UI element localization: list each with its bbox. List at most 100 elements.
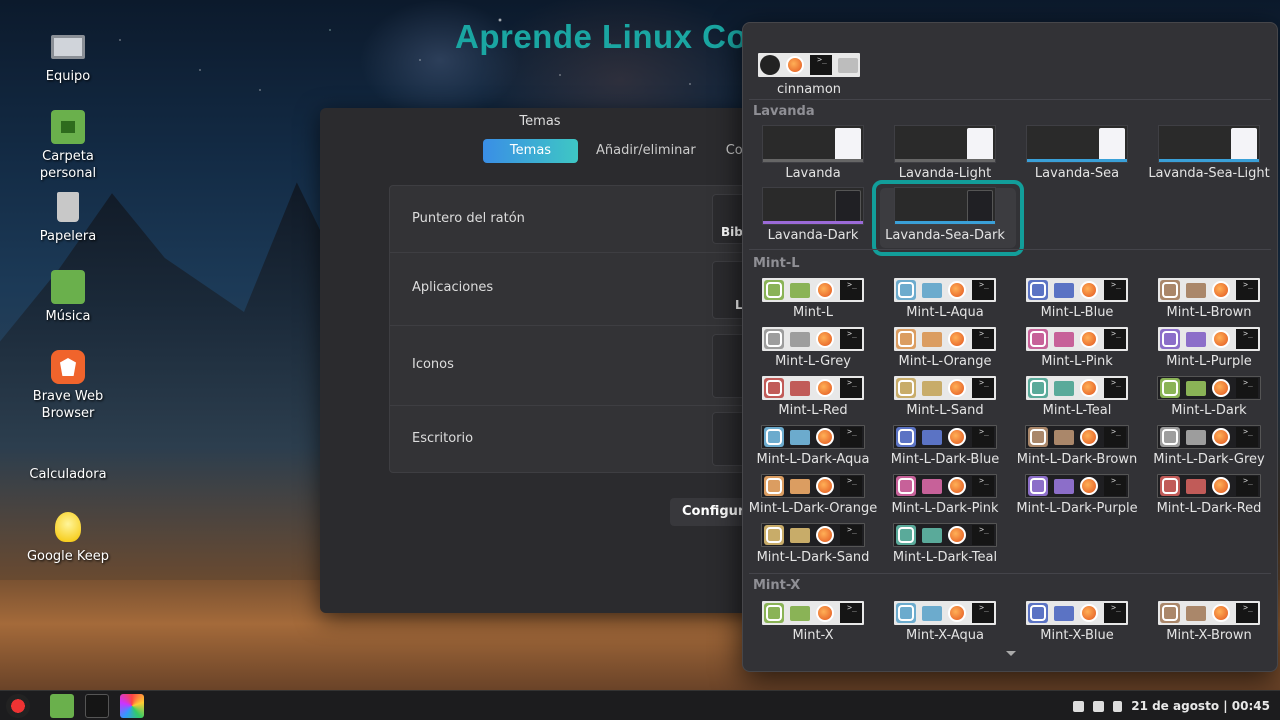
terminal-icon: >_	[1236, 280, 1258, 300]
terminal-icon: >_	[1236, 378, 1258, 398]
row-label: Puntero del ratón	[412, 211, 525, 226]
theme-preview	[894, 125, 996, 163]
theme-item-mint-l[interactable]: >_ Mint-L-Dark	[1143, 376, 1275, 418]
theme-item-cinnamon[interactable]: >_ cinnamon	[743, 53, 875, 97]
theme-item-lavanda[interactable]: Lavanda	[747, 125, 879, 181]
terminal-icon: >_	[972, 525, 994, 545]
firefox-icon	[1080, 330, 1098, 348]
theme-preview-strip: >_	[1026, 601, 1128, 625]
desktop-icon-home[interactable]: Carpeta personal	[20, 110, 116, 182]
theme-item-mint-l[interactable]: >_ Mint-L	[747, 278, 879, 320]
theme-item-mint-l[interactable]: >_ Mint-L-Dark-Aqua	[747, 425, 879, 467]
desktop-icon-keep[interactable]: Google Keep	[20, 510, 116, 565]
theme-item-mint-l[interactable]: >_ Mint-L-Dark-Purple	[1011, 474, 1143, 516]
theme-settings-panel: Puntero del ratón Biba Aplicaciones L Ic…	[389, 185, 772, 473]
theme-item-mint-x[interactable]: >_ Mint-X-Aqua	[879, 601, 1011, 643]
theme-preview-strip: >_	[894, 601, 996, 625]
theme-name: Mint-L-Brown	[1166, 305, 1252, 320]
theme-item-mint-l[interactable]: >_ Mint-L-Red	[747, 376, 879, 418]
terminal-launcher-icon[interactable]	[85, 694, 109, 718]
theme-name: Mint-L-Dark-Red	[1156, 501, 1262, 516]
preview-window	[1231, 128, 1257, 162]
firefox-icon	[1080, 477, 1098, 495]
theme-item-lavanda[interactable]: Lavanda-Sea-Light	[1143, 125, 1275, 181]
theme-item-mint-l[interactable]: >_ Mint-L-Blue	[1011, 278, 1143, 320]
preview-window	[1099, 128, 1125, 162]
theme-item-mint-l[interactable]: >_ Mint-L-Dark-Grey	[1143, 425, 1275, 467]
theme-preview	[1026, 125, 1128, 163]
theme-name: Mint-X	[792, 628, 834, 643]
theme-item-mint-l[interactable]: >_ Mint-L-Aqua	[879, 278, 1011, 320]
section-header-mint-x: Mint-X	[753, 578, 801, 593]
taskbar: 21 de agosto | 00:45	[0, 690, 1280, 720]
terminal-icon: >_	[1236, 329, 1258, 349]
clock[interactable]: 21 de agosto | 00:45	[1131, 699, 1270, 713]
theme-item-mint-l[interactable]: >_ Mint-L-Dark-Orange	[747, 474, 879, 516]
theme-preview-strip: >_	[762, 327, 864, 351]
desktop-icon-equipo[interactable]: Equipo	[20, 30, 116, 85]
desktop-icon-trash[interactable]: Papelera	[20, 190, 116, 245]
mint-logo-icon	[764, 603, 784, 623]
theme-item-mint-x[interactable]: >_ Mint-X-Brown	[1143, 601, 1275, 643]
theme-item-mint-l[interactable]: >_ Mint-L-Grey	[747, 327, 879, 369]
folder-icon	[1054, 478, 1074, 494]
desktop-icon-label: Google Keep	[26, 549, 110, 564]
theme-name: Mint-L-Purple	[1166, 354, 1252, 369]
theme-item-mint-l[interactable]: >_ Mint-L-Dark-Sand	[747, 523, 879, 565]
firefox-icon	[816, 281, 834, 299]
theme-preview-strip: >_	[761, 474, 865, 498]
theme-preview-strip: >_	[758, 53, 860, 77]
theme-name: Mint-L-Dark-Grey	[1153, 452, 1265, 467]
themes-app-icon[interactable]	[120, 694, 144, 718]
mint-logo-mark	[766, 331, 782, 347]
mint-logo-icon	[764, 476, 784, 496]
tab-temas[interactable]: Temas	[483, 139, 578, 163]
theme-item-mint-x[interactable]: >_ Mint-X	[747, 601, 879, 643]
mint-logo-icon	[764, 329, 784, 349]
mint-logo-icon	[1028, 378, 1048, 398]
theme-preview-strip: >_	[1157, 474, 1261, 498]
theme-item-lavanda[interactable]: Lavanda-Sea	[1011, 125, 1143, 181]
theme-name: Mint-L-Orange	[898, 354, 992, 369]
firefox-icon	[948, 604, 966, 622]
theme-item-mint-l[interactable]: >_ Mint-L-Dark-Teal	[879, 523, 1011, 565]
theme-item-mint-l[interactable]: >_ Mint-L-Teal	[1011, 376, 1143, 418]
theme-preview-strip: >_	[1025, 474, 1129, 498]
trash-icon	[51, 190, 85, 224]
terminal-icon: >_	[972, 603, 994, 623]
network-icon[interactable]	[1093, 700, 1105, 712]
files-icon[interactable]	[50, 694, 74, 718]
row-label: Aplicaciones	[412, 280, 494, 295]
tab-add-remove[interactable]: Añadir/eliminar	[584, 139, 708, 163]
theme-item-mint-l[interactable]: >_ Mint-L-Dark-Blue	[879, 425, 1011, 467]
terminal-icon: >_	[972, 378, 994, 398]
folder-icon	[922, 605, 942, 621]
printer-icon[interactable]	[1073, 700, 1085, 712]
theme-item-mint-l[interactable]: >_ Mint-L-Dark-Red	[1143, 474, 1275, 516]
mint-logo-icon	[1160, 603, 1180, 623]
desktop-icon-calculator[interactable]: Calculadora	[20, 430, 116, 483]
firefox-icon	[948, 281, 966, 299]
theme-item-lavanda[interactable]: Lavanda-Sea-Dark	[879, 187, 1011, 243]
preview-window	[835, 128, 861, 162]
desktop-icon-brave[interactable]: Brave Web Browser	[20, 350, 116, 422]
theme-item-mint-l[interactable]: >_ Mint-L-Brown	[1143, 278, 1275, 320]
folder-icon	[790, 331, 810, 347]
theme-item-mint-l[interactable]: >_ Mint-L-Purple	[1143, 327, 1275, 369]
volume-icon[interactable]	[1113, 700, 1123, 712]
desktop-icon-label: Carpeta personal	[39, 149, 97, 181]
scroll-down-icon[interactable]	[1006, 651, 1016, 656]
theme-name: Mint-L-Aqua	[906, 305, 984, 320]
menu-icon[interactable]	[6, 694, 30, 718]
theme-item-mint-l[interactable]: >_ Mint-L-Dark-Pink	[879, 474, 1011, 516]
theme-item-mint-l[interactable]: >_ Mint-L-Sand	[879, 376, 1011, 418]
theme-item-mint-l[interactable]: >_ Mint-L-Pink	[1011, 327, 1143, 369]
theme-item-mint-x[interactable]: >_ Mint-X-Blue	[1011, 601, 1143, 643]
theme-item-lavanda[interactable]: Lavanda-Light	[879, 125, 1011, 181]
theme-name: Mint-L	[792, 305, 834, 320]
theme-preview	[762, 187, 864, 225]
desktop-icon-music[interactable]: Música	[20, 270, 116, 325]
theme-item-mint-l[interactable]: >_ Mint-L-Dark-Brown	[1011, 425, 1143, 467]
theme-item-lavanda[interactable]: Lavanda-Dark	[747, 187, 879, 243]
theme-item-mint-l[interactable]: >_ Mint-L-Orange	[879, 327, 1011, 369]
